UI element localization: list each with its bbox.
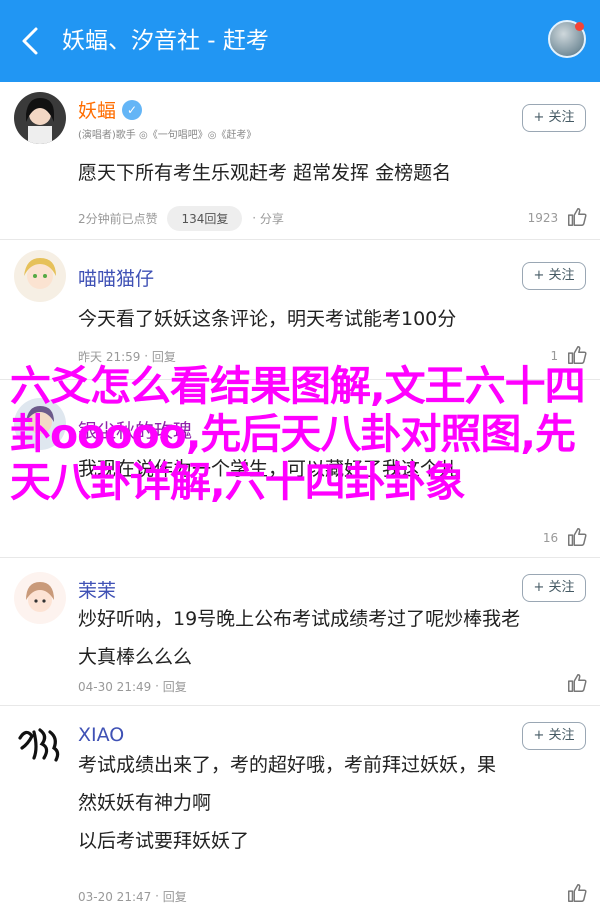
like-button[interactable]: 1923 [528,206,588,231]
comment-time: 2分钟前已点赞 [78,212,158,226]
reply-link[interactable]: · 回复 [155,678,187,695]
chevron-left-icon [22,27,38,55]
like-count: 1 [550,349,559,363]
comment-time: 04-30 21:49 [78,679,152,694]
top-bar: 妖蝠、汐音社 - 赶考 [0,0,600,82]
reply-link[interactable]: · 回复 [155,888,187,905]
comment-author[interactable]: 喵喵猫仔 [78,264,154,291]
like-count: 16 [542,531,559,545]
comment-author[interactable]: XIAO [78,724,124,746]
comment-text: 考试成绩出来了，考的超好哦，考前拜过妖妖，果 然妖妖有神力啊 以后考试要拜妖妖了 [78,754,497,852]
like-button[interactable] [562,672,588,697]
comment-text: 炒好听呐，19号晚上公布考试成绩考过了呢炒棒我老 大真棒么么么 [78,608,521,668]
avatar[interactable] [14,250,66,302]
thumbs-up-icon [566,672,588,697]
comment-item: 喵喵猫仔 + 关注 今天看了妖妖这条评论，明天考试能考100分 昨天 21:59… [0,240,600,380]
comment-footer: 03-20 21:47 · 回复 [78,888,187,905]
comment-item: XIAO + 关注 考试成绩出来了，考的超好哦，考前拜过妖妖，果 然妖妖有神力啊… [0,706,600,915]
page-title: 妖蝠、汐音社 - 赶考 [62,28,269,54]
overlay-headline: 六爻怎么看结果图解,文王六十四卦ooooo,先后天八卦对照图,先天八卦详解,六十… [10,362,586,506]
comment-text: 今天看了妖妖这条评论，明天考试能考100分 [78,308,457,330]
comment-footer: 2分钟前已点赞 134回复 · 分享 [78,206,284,231]
avatar[interactable] [14,92,66,144]
follow-button[interactable]: + 关注 [522,574,586,602]
share-link[interactable]: · 分享 [252,210,284,227]
notification-dot [575,22,584,31]
author-meta: (演唱者)歌手 ◎《一句唱吧》◎《赶考》 [78,130,257,141]
comment-author[interactable]: 茉茉 [78,576,116,603]
like-button[interactable] [562,882,588,907]
avatar[interactable] [14,572,66,624]
thumbs-up-icon [566,882,588,907]
avatar[interactable] [14,718,66,770]
back-button[interactable] [12,22,50,60]
comment-item: 妖蝠 ✓ (演唱者)歌手 ◎《一句唱吧》◎《赶考》 + 关注 愿天下所有考生乐观赶… [0,82,600,240]
comment-item: 茉茉 + 关注 炒好听呐，19号晚上公布考试成绩考过了呢炒棒我老 大真棒么么么 … [0,558,600,706]
like-button[interactable]: 16 [543,526,588,551]
like-count: 1923 [527,211,559,225]
comment-text: 愿天下所有考生乐观赶考 超常发挥 金榜题名 [78,162,452,184]
follow-button[interactable]: + 关注 [522,262,586,290]
follow-button[interactable]: + 关注 [522,104,586,132]
comment-author[interactable]: 妖蝠 ✓ [78,96,143,123]
comment-footer: 04-30 21:49 · 回复 [78,678,187,695]
thumbs-up-icon [566,206,588,231]
comment-time: 03-20 21:47 [78,889,152,904]
reply-count-button[interactable]: 134回复 [167,206,243,231]
thumbs-up-icon [566,526,588,551]
verified-icon: ✓ [122,100,143,120]
